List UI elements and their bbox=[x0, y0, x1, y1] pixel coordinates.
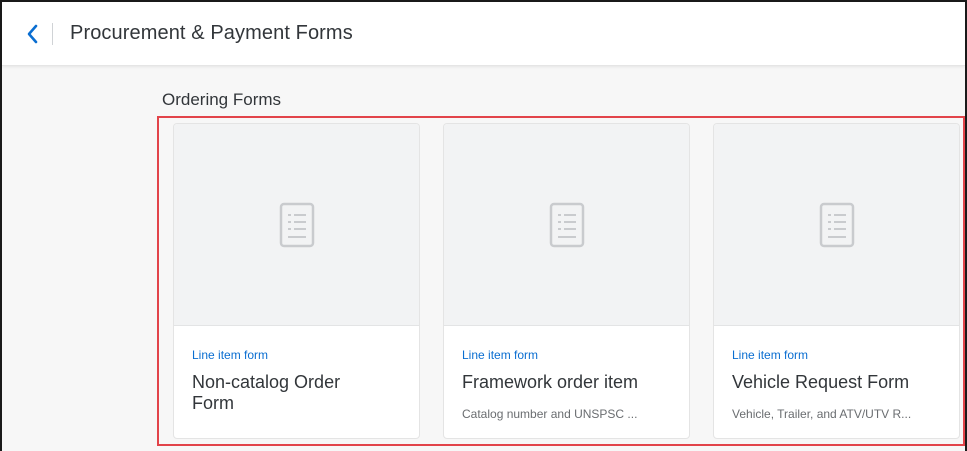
chevron-left-icon bbox=[27, 24, 38, 43]
card-image-placeholder bbox=[444, 124, 689, 326]
card-type-label: Line item form bbox=[462, 348, 539, 362]
page-header: Procurement & Payment Forms bbox=[2, 2, 965, 66]
document-form-icon bbox=[279, 202, 314, 247]
document-form-icon bbox=[819, 202, 854, 247]
card-description: Vehicle, Trailer, and ATV/UTV R... bbox=[732, 407, 912, 421]
form-card-non-catalog-order[interactable]: Line item form Non-catalog Order Form bbox=[173, 123, 420, 439]
form-card-framework-order-item[interactable]: Line item form Framework order item Cata… bbox=[443, 123, 690, 439]
card-type-label: Line item form bbox=[732, 348, 809, 362]
card-description: Catalog number and UNSPSC ... bbox=[462, 407, 638, 421]
app-frame: Procurement & Payment Forms Ordering For… bbox=[0, 0, 967, 451]
card-title: Non-catalog Order Form bbox=[192, 372, 405, 414]
form-card-vehicle-request[interactable]: Line item form Vehicle Request Form Vehi… bbox=[713, 123, 960, 439]
card-image-placeholder bbox=[714, 124, 959, 326]
document-form-icon bbox=[549, 202, 584, 247]
card-title: Vehicle Request Form bbox=[732, 372, 910, 392]
card-title-line: Non-catalog Order bbox=[192, 372, 341, 392]
card-type-label: Line item form bbox=[192, 348, 269, 362]
page-title: Procurement & Payment Forms bbox=[70, 22, 353, 44]
card-title: Framework order item bbox=[462, 372, 639, 392]
card-image-placeholder bbox=[174, 124, 419, 326]
header-divider bbox=[52, 22, 53, 45]
section-title: Ordering Forms bbox=[162, 90, 282, 109]
back-button[interactable] bbox=[14, 14, 50, 54]
card-title-line: Form bbox=[192, 393, 234, 413]
